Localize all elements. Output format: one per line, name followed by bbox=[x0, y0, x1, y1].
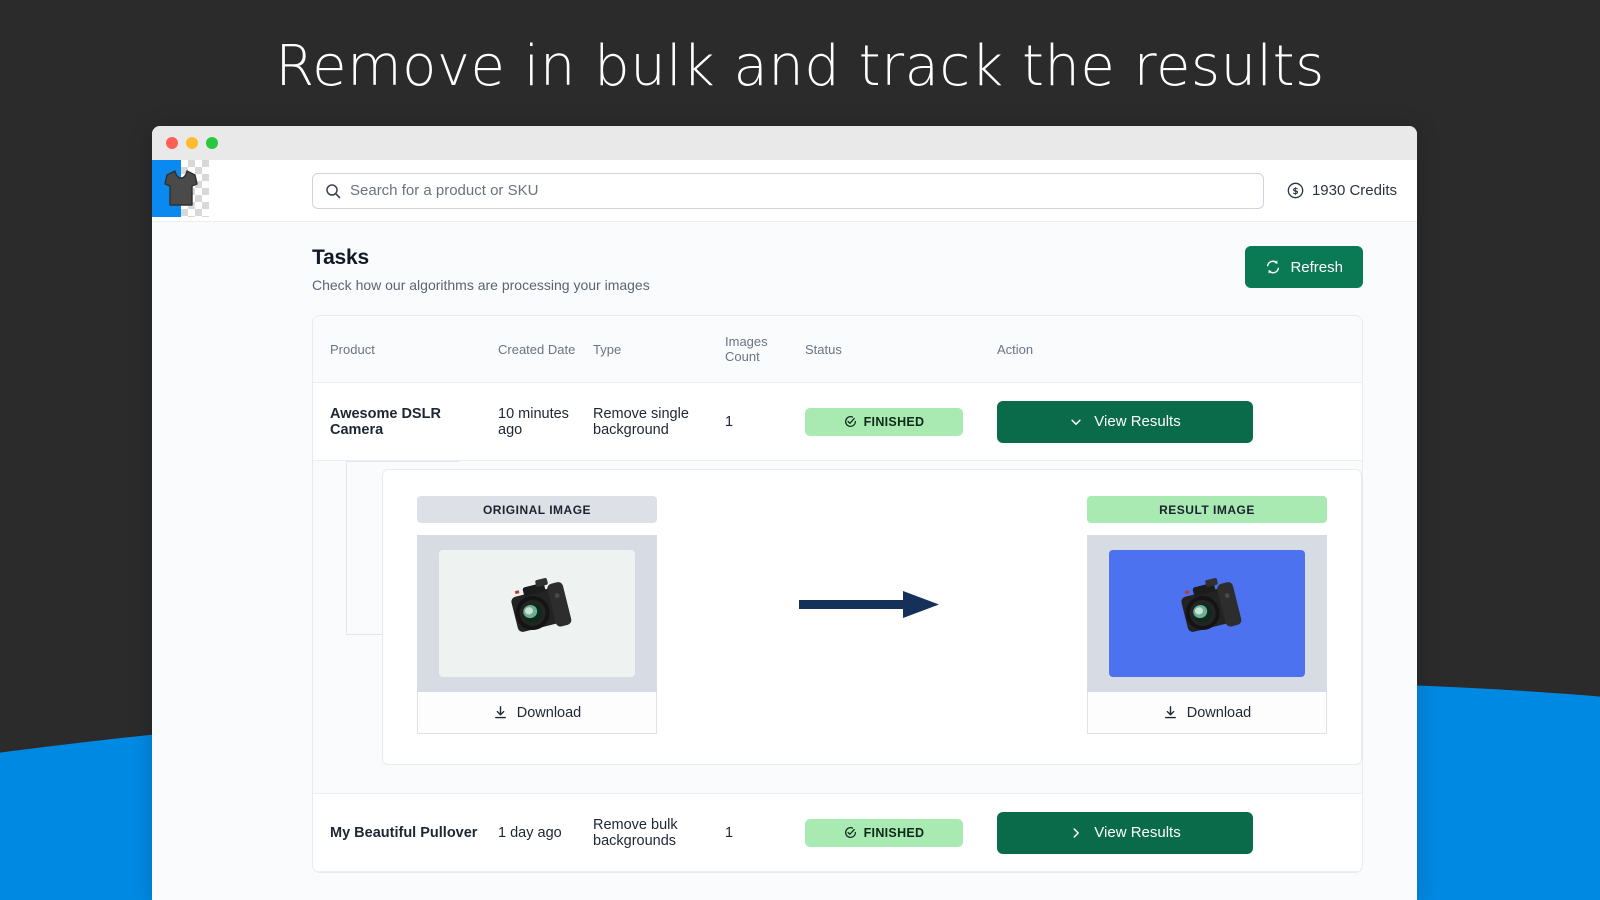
refresh-button-label: Refresh bbox=[1290, 258, 1343, 276]
arrow-right-icon bbox=[799, 591, 939, 618]
page-subtitle: Check how our algorithms are processing … bbox=[312, 277, 650, 293]
view-results-label: View Results bbox=[1094, 413, 1181, 430]
row-product-name: Awesome DSLR Camera bbox=[330, 405, 441, 438]
transform-arrow-cell bbox=[657, 496, 1087, 622]
check-circle-icon bbox=[844, 826, 857, 839]
search-box[interactable] bbox=[312, 172, 1264, 209]
page-title: Tasks bbox=[312, 246, 369, 269]
tasks-table: Product Created Date Type Images Count S… bbox=[312, 315, 1363, 873]
app-top-bar: $ 1930 Credits bbox=[152, 160, 1417, 222]
page-header-text: Tasks Check how our algorithms are proce… bbox=[312, 246, 650, 293]
column-header-action: Action bbox=[997, 341, 1034, 357]
column-header-images-count: Images Count bbox=[725, 334, 768, 364]
browser-window: $ 1930 Credits Tasks Check how our algor… bbox=[152, 126, 1417, 900]
search-icon bbox=[325, 183, 341, 199]
row-created-date: 1 day ago bbox=[498, 824, 562, 841]
row-created-date: 10 minutes ago bbox=[498, 405, 569, 438]
status-badge: FINISHED bbox=[805, 407, 963, 436]
download-original-button[interactable]: Download bbox=[417, 692, 657, 734]
page-headline: Remove in bulk and track the results bbox=[275, 34, 1325, 99]
row-images-count: 1 bbox=[725, 824, 734, 841]
column-header-type: Type bbox=[593, 341, 622, 357]
refresh-button[interactable]: Refresh bbox=[1245, 246, 1363, 288]
result-image-canvas bbox=[1109, 550, 1305, 677]
expanded-results-panel: ORIGINAL IMAGE Download RESULT IMAGE Dow… bbox=[313, 461, 1362, 794]
result-image-thumbnail bbox=[1087, 535, 1327, 692]
window-titlebar bbox=[152, 126, 1417, 160]
original-image-pane: ORIGINAL IMAGE Download bbox=[417, 496, 657, 734]
window-minimize-icon[interactable] bbox=[186, 137, 198, 149]
status-badge-label: FINISHED bbox=[863, 825, 925, 840]
original-image-thumbnail bbox=[417, 535, 657, 692]
result-comparison-card: ORIGINAL IMAGE Download RESULT IMAGE Dow… bbox=[382, 469, 1362, 765]
download-result-label: Download bbox=[1186, 704, 1252, 721]
check-circle-icon bbox=[844, 415, 857, 428]
column-header-product: Product bbox=[330, 341, 375, 357]
view-results-button[interactable]: View Results bbox=[997, 400, 1253, 443]
row-status-cell: FINISHED bbox=[805, 818, 997, 847]
row-images-count: 1 bbox=[725, 413, 734, 430]
refresh-icon bbox=[1265, 259, 1281, 275]
window-maximize-icon[interactable] bbox=[206, 137, 218, 149]
window-close-icon[interactable] bbox=[166, 137, 178, 149]
page-header: Tasks Check how our algorithms are proce… bbox=[312, 246, 1363, 293]
credits-indicator[interactable]: $ 1930 Credits bbox=[1287, 182, 1397, 199]
tshirt-glyph bbox=[164, 170, 198, 206]
row-status-cell: FINISHED bbox=[805, 407, 997, 436]
result-image-label: RESULT IMAGE bbox=[1087, 496, 1327, 523]
original-image-canvas bbox=[439, 550, 635, 677]
view-results-label: View Results bbox=[1094, 824, 1181, 841]
result-image-pane: RESULT IMAGE Download bbox=[1087, 496, 1327, 734]
chevron-right-icon bbox=[1069, 826, 1083, 840]
row-action-cell: View Results bbox=[997, 811, 1362, 854]
view-results-button[interactable]: View Results bbox=[997, 811, 1253, 854]
table-row[interactable]: My Beautiful Pullover 1 day ago Remove b… bbox=[313, 794, 1362, 872]
row-type: Remove single background bbox=[593, 405, 689, 438]
download-original-label: Download bbox=[516, 704, 582, 721]
download-icon bbox=[1163, 705, 1178, 720]
column-header-status: Status bbox=[805, 341, 842, 357]
status-badge-label: FINISHED bbox=[863, 414, 925, 429]
row-product-name: My Beautiful Pullover bbox=[330, 824, 478, 841]
download-result-button[interactable]: Download bbox=[1087, 692, 1327, 734]
download-icon bbox=[493, 705, 508, 720]
dslr-camera-icon bbox=[1181, 577, 1242, 632]
main-content: Tasks Check how our algorithms are proce… bbox=[152, 222, 1417, 900]
row-type: Remove bulk backgrounds bbox=[593, 816, 678, 849]
svg-text:$: $ bbox=[1292, 187, 1298, 197]
table-row[interactable]: Awesome DSLR Camera 10 minutes ago Remov… bbox=[313, 383, 1362, 461]
tshirt-logo-icon[interactable] bbox=[152, 160, 209, 217]
row-action-cell: View Results bbox=[997, 400, 1362, 443]
column-header-created-date: Created Date bbox=[498, 341, 576, 357]
search-container bbox=[312, 172, 1264, 209]
credits-label: 1930 Credits bbox=[1311, 182, 1397, 199]
status-badge: FINISHED bbox=[805, 818, 963, 847]
original-image-label: ORIGINAL IMAGE bbox=[417, 496, 657, 523]
table-header-row: Product Created Date Type Images Count S… bbox=[313, 316, 1362, 383]
credit-coin-icon: $ bbox=[1287, 182, 1304, 199]
chevron-down-icon bbox=[1069, 415, 1083, 429]
search-input[interactable] bbox=[350, 182, 1251, 199]
dslr-camera-icon bbox=[511, 577, 572, 632]
